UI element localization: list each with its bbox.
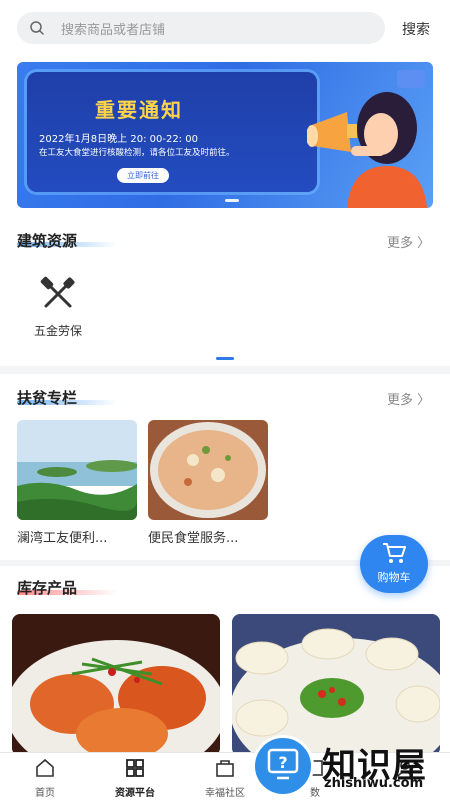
product-card[interactable] [12, 614, 220, 756]
lake-landscape-image [17, 420, 137, 520]
card-caption: 澜湾工友便利... [17, 531, 108, 546]
dumplings-dish-image [232, 614, 440, 756]
chevron-right-icon: 〉 [417, 236, 431, 251]
product-card[interactable] [232, 614, 440, 756]
bag-icon [216, 760, 234, 777]
tab-resource-platform[interactable]: 资源平台 [90, 757, 180, 799]
section-kucun: 库存产品 [0, 566, 450, 756]
more-link[interactable]: 更多 〉 [387, 232, 430, 251]
poverty-card[interactable]: 便民食堂服务... [148, 420, 268, 546]
svg-text:?: ? [278, 753, 287, 772]
tools-icon [40, 276, 75, 308]
grid-icon [126, 759, 144, 777]
banner-pager-indicator [225, 199, 239, 202]
banner-title: 重要通知 [95, 98, 183, 122]
cart-label: 购物车 [377, 571, 411, 584]
chevron-right-icon: 〉 [417, 393, 431, 408]
tab-home[interactable]: 首页 [0, 757, 90, 799]
search-input[interactable]: 搜索商品或者店铺 [17, 12, 385, 44]
soup-bowl-image [148, 420, 268, 520]
page-indicator [216, 357, 234, 360]
banner-cta-button[interactable]: 立即前往 [117, 168, 169, 183]
cart-button[interactable]: 购物车 [360, 535, 428, 593]
search-bar: 搜索商品或者店铺 搜索 [0, 0, 450, 58]
banner-area: 重要通知 2022年1月8日晚上 20: 00-22: 00 在工友大食堂进行核… [0, 58, 450, 218]
home-icon [36, 758, 54, 777]
watermark-domain: zhishiwu.com [324, 776, 424, 791]
category-label: 五金劳保 [33, 324, 82, 338]
card-caption: 便民食堂服务... [148, 531, 239, 546]
section-fupin: 扶贫专栏 更多 〉 澜湾工友便利... 便民食堂服务... [0, 374, 450, 560]
crab-dish-image [12, 614, 220, 756]
banner-body-text: 在工友大食堂进行核酸检测，请各位工友及时前往。 [39, 148, 235, 158]
watermark-logo: ? [252, 735, 314, 797]
search-placeholder: 搜索商品或者店铺 [61, 23, 166, 38]
more-link[interactable]: 更多 〉 [387, 389, 430, 408]
notice-banner[interactable]: 重要通知 2022年1月8日晚上 20: 00-22: 00 在工友大食堂进行核… [17, 62, 433, 208]
search-button[interactable]: 搜索 [402, 19, 430, 39]
banner-date-text: 2022年1月8日晚上 20: 00-22: 00 [39, 134, 198, 145]
search-icon [30, 21, 44, 35]
section-title: 建筑资源 [17, 232, 78, 250]
megaphone-person-illustration [307, 92, 427, 208]
poverty-card[interactable]: 澜湾工友便利... [17, 420, 137, 546]
section-title: 扶贫专栏 [17, 389, 78, 407]
category-item-wujin[interactable]: 五金劳保 [28, 276, 88, 339]
cart-icon [383, 543, 406, 563]
section-jianzhu: 建筑资源 更多 〉 五金劳保 [0, 218, 450, 366]
section-title: 库存产品 [17, 579, 78, 597]
